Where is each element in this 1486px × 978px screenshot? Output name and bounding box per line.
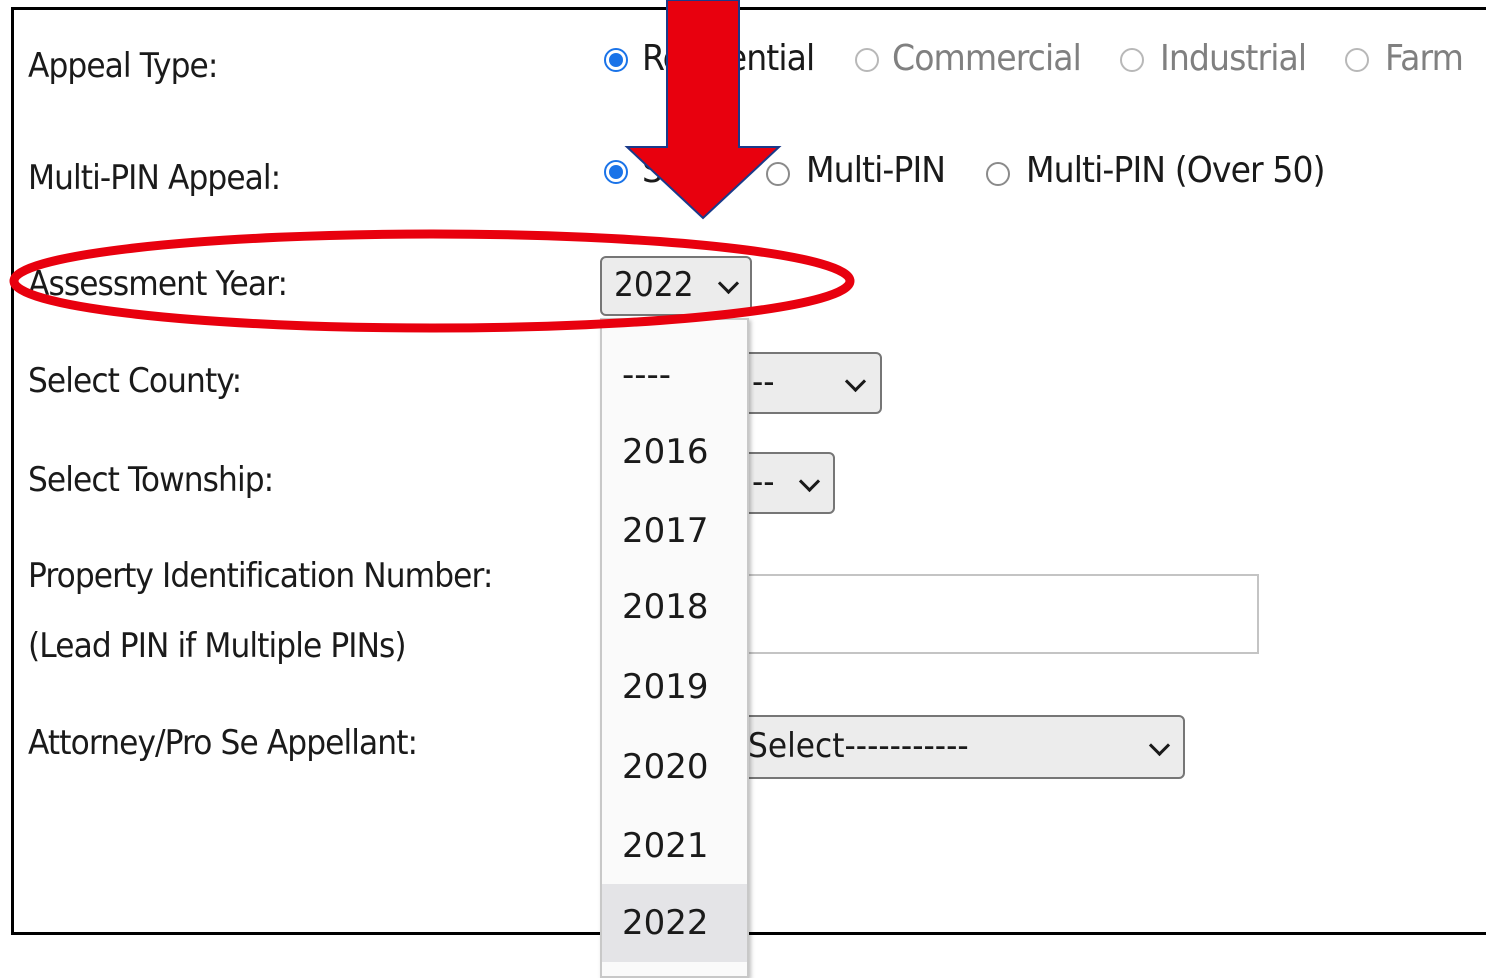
assessment-year-label: Assessment Year:: [28, 264, 288, 304]
dropdown-option[interactable]: 2021: [602, 807, 747, 885]
chevron-down-icon: [844, 370, 867, 393]
dropdown-option-selected[interactable]: 2022: [602, 884, 747, 962]
township-value: --: [752, 462, 775, 503]
multi-pin-over50-label[interactable]: Multi-PIN (Over 50): [1026, 150, 1326, 191]
multi-pin-single-label[interactable]: Single: [642, 150, 739, 191]
chevron-down-icon: [1148, 734, 1171, 757]
pin-label: Property Identification Number:: [28, 556, 493, 596]
assessment-year-select[interactable]: 2022: [600, 256, 752, 316]
multi-pin-label: Multi-PIN Appeal:: [28, 158, 281, 198]
appeal-type-commercial-radio[interactable]: [855, 48, 879, 72]
assessment-year-value: 2022: [614, 265, 694, 306]
attorney-label: Attorney/Pro Se Appellant:: [28, 723, 418, 763]
appeal-type-residential-radio[interactable]: [604, 48, 628, 72]
dropdown-option[interactable]: 2018: [602, 568, 747, 646]
chevron-down-icon: [717, 272, 740, 295]
chevron-down-icon: [798, 470, 821, 493]
attorney-value: Select-----------: [748, 726, 969, 767]
dropdown-option[interactable]: ----: [602, 336, 747, 414]
appeal-type-industrial-radio[interactable]: [1120, 48, 1144, 72]
county-value: --: [752, 362, 775, 403]
multi-pin-multi-radio[interactable]: [766, 162, 790, 186]
dropdown-option[interactable]: 2016: [602, 413, 747, 491]
appeal-type-industrial-label[interactable]: Industrial: [1160, 38, 1307, 79]
dropdown-option[interactable]: 2017: [602, 492, 747, 570]
appeal-type-commercial-label[interactable]: Commercial: [892, 38, 1082, 79]
multi-pin-multi-label[interactable]: Multi-PIN: [806, 150, 946, 191]
appeal-type-label: Appeal Type:: [28, 46, 218, 86]
assessment-year-dropdown-list: ---- 2016 2017 2018 2019 2020 2021 2022: [600, 318, 749, 978]
multi-pin-over50-radio[interactable]: [986, 162, 1010, 186]
multi-pin-single-radio[interactable]: [604, 160, 628, 184]
dropdown-option[interactable]: 2020: [602, 728, 747, 806]
appeal-type-farm-radio[interactable]: [1345, 48, 1369, 72]
appeal-type-farm-label[interactable]: Farm: [1385, 38, 1464, 79]
pin-sublabel: (Lead PIN if Multiple PINs): [28, 626, 407, 666]
select-township-label: Select Township:: [28, 460, 274, 500]
dropdown-option[interactable]: 2019: [602, 648, 747, 726]
appeal-type-residential-label[interactable]: Residential: [642, 38, 815, 79]
select-county-label: Select County:: [28, 361, 242, 401]
